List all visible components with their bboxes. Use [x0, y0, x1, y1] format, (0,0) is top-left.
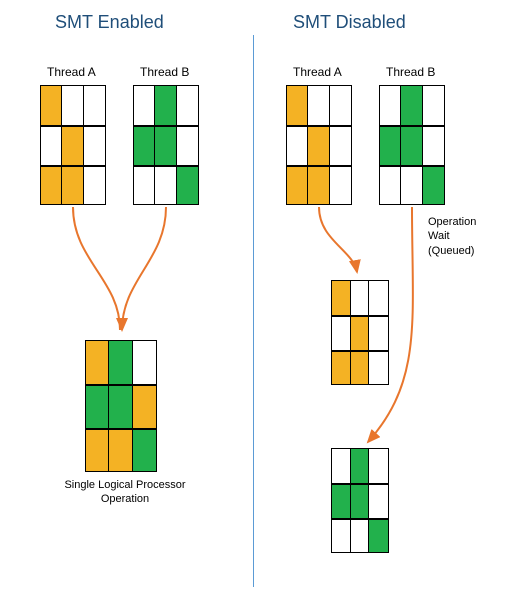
panel-divider: [253, 35, 254, 587]
grid-thread-b-disabled: [379, 85, 445, 205]
grid-thread-b-enabled: [133, 85, 199, 205]
grid-thread-a-disabled: [286, 85, 352, 205]
panel-smt-enabled: SMT Enabled Thread A Thread B: [0, 0, 253, 597]
panel-smt-disabled: SMT Disabled Thread A Thread B: [253, 0, 507, 597]
grid-exec-first-disabled: [331, 280, 389, 385]
label-thread-a-left: Thread A: [47, 65, 96, 79]
label-thread-b-left: Thread B: [140, 65, 189, 79]
annotation-line2: Wait: [428, 230, 450, 242]
arrows-enabled: [0, 0, 253, 597]
label-thread-b-right: Thread B: [386, 65, 435, 79]
caption-enabled-line2: Operation: [101, 493, 149, 505]
title-smt-disabled: SMT Disabled: [293, 12, 406, 33]
title-smt-enabled: SMT Enabled: [55, 12, 164, 33]
annotation-line3: (Queued): [428, 245, 474, 257]
grid-thread-a-enabled: [40, 85, 106, 205]
caption-enabled-line1: Single Logical Processor: [64, 479, 185, 491]
caption-enabled: Single Logical Processor Operation: [55, 478, 195, 507]
label-thread-a-right: Thread A: [293, 65, 342, 79]
annotation-line1: Operation: [428, 216, 476, 228]
diagram-root: SMT Enabled Thread A Thread B: [0, 0, 507, 597]
grid-exec-second-disabled: [331, 448, 389, 553]
annotation-queued: Operation Wait (Queued): [428, 215, 476, 258]
grid-merged-enabled: [85, 340, 157, 472]
